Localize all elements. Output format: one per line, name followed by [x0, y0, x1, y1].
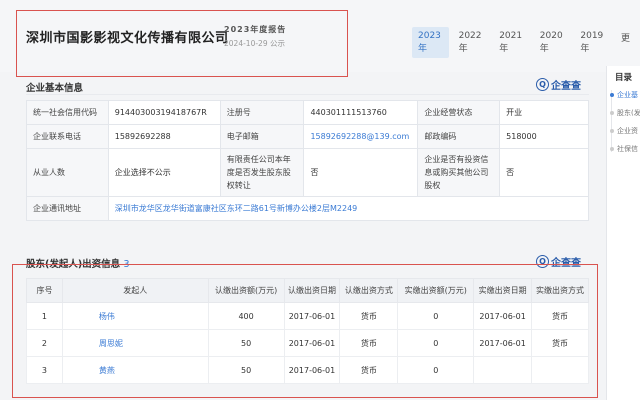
tab-2021[interactable]: 2021年: [493, 27, 530, 58]
employees-value: 企业选择不公示: [107, 148, 221, 197]
subscribed-date: 2017-06-01: [283, 329, 341, 357]
paid-method: 货币: [531, 329, 589, 357]
table-row: 3 黄燕 50 2017-06-01 货币 0: [26, 356, 589, 384]
shareholder-link[interactable]: 黄燕: [61, 356, 209, 384]
year-tabs: 2023年 2022年 2021年 2020年 2019年 更: [412, 27, 640, 58]
email-link[interactable]: 15892692288@139.com: [303, 124, 419, 149]
column-header: 实缴出资方式: [531, 278, 589, 303]
address-link[interactable]: 深圳市龙华区龙华街道富康社区东环二路61号新博办公楼2层M2249: [107, 196, 590, 221]
table-row: 1 杨伟 400 2017-06-01 货币 0 2017-06-01 货币: [26, 302, 589, 330]
tab-2023[interactable]: 2023年: [412, 27, 449, 58]
section-divider: [26, 94, 589, 95]
tab-2019[interactable]: 2019年: [574, 27, 611, 58]
subscribed-date: 2017-06-01: [283, 302, 341, 330]
subscribed-amount: 400: [207, 302, 285, 330]
table-of-contents: 目录 企业基 股东(发 企业资 社保信: [606, 66, 640, 400]
table-row: 企业联系电话 15892692288 电子邮箱 15892692288@139.…: [26, 124, 589, 149]
credit-code-value: 91440300319418767R: [107, 100, 221, 125]
table-row: 从业人数 企业选择不公示 有限责任公司本年度是否发生股东股权转让 否 企业是否有…: [26, 148, 589, 197]
toc-dot-icon: [610, 93, 614, 97]
qcc-icon: Q: [536, 78, 549, 91]
toc-title: 目录: [615, 73, 633, 83]
column-header: 认缴出资日期: [283, 278, 341, 303]
subscribed-amount: 50: [207, 356, 285, 384]
equity-transfer-value: 否: [303, 148, 419, 197]
shareholder-link[interactable]: 杨伟: [61, 302, 209, 330]
toc-dot-icon: [610, 129, 614, 133]
column-header: 实缴出资额(万元): [397, 278, 475, 303]
investment-value: 否: [499, 148, 589, 197]
credit-code-label: 统一社会信用代码: [26, 100, 109, 125]
paid-method: [531, 356, 589, 384]
row-index: 3: [26, 356, 63, 384]
basic-info-table: 统一社会信用代码 91440300319418767R 注册号 44030111…: [26, 100, 590, 221]
email-label: 电子邮箱: [219, 124, 305, 149]
paid-amount: 0: [397, 356, 475, 384]
subscribed-method: 货币: [339, 329, 399, 357]
paid-date: 2017-06-01: [473, 302, 533, 330]
highlight-box-header: [16, 10, 348, 77]
table-header-row: 序号 发起人 认缴出资额(万元) 认缴出资日期 认缴出资方式 实缴出资额(万元)…: [26, 278, 589, 303]
subscribed-method: 货币: [339, 356, 399, 384]
paid-method: 货币: [531, 302, 589, 330]
toc-item-label: 企业资: [617, 127, 638, 135]
column-header: 发起人: [61, 278, 209, 303]
toc-dot-icon: [610, 111, 614, 115]
address-label: 企业通讯地址: [26, 196, 109, 221]
row-index: 2: [26, 329, 63, 357]
toc-item-label: 企业基: [617, 91, 638, 99]
subscribed-date: 2017-06-01: [283, 356, 341, 384]
column-header: 认缴出资方式: [339, 278, 399, 303]
tab-more[interactable]: 更: [615, 27, 636, 58]
column-header: 序号: [26, 278, 63, 303]
toc-dot-icon: [610, 147, 614, 151]
qcc-logo: Q 企查查: [536, 77, 581, 92]
qcc-logo-text: 企查查: [551, 81, 581, 92]
toc-item-label: 股东(发: [617, 109, 640, 117]
tab-2022[interactable]: 2022年: [453, 27, 490, 58]
status-label: 企业经营状态: [417, 100, 501, 125]
shareholders-table: 序号 发起人 认缴出资额(万元) 认缴出资日期 认缴出资方式 实缴出资额(万元)…: [26, 278, 589, 384]
reg-no-label: 注册号: [219, 100, 305, 125]
table-row: 2 周思妮 50 2017-06-01 货币 0 2017-06-01 货币: [26, 329, 589, 357]
phone-label: 企业联系电话: [26, 124, 109, 149]
equity-transfer-label: 有限责任公司本年度是否发生股东股权转让: [219, 148, 305, 197]
toc-item-label: 社保信: [617, 145, 638, 153]
phone-value: 15892692288: [107, 124, 221, 149]
investment-label: 企业是否有投资信息或购买其他公司股权: [417, 148, 501, 197]
subscribed-method: 货币: [339, 302, 399, 330]
postcode-label: 邮政编码: [417, 124, 501, 149]
column-header: 认缴出资额(万元): [207, 278, 285, 303]
postcode-value: 518000: [499, 124, 589, 149]
status-value: 开业: [499, 100, 589, 125]
table-row: 企业通讯地址 深圳市龙华区龙华街道富康社区东环二路61号新博办公楼2层M2249: [26, 196, 590, 221]
subscribed-amount: 50: [207, 329, 285, 357]
shareholder-link[interactable]: 周思妮: [61, 329, 209, 357]
toc-item-shareholders[interactable]: 股东(发: [610, 108, 640, 118]
column-header: 实缴出资日期: [473, 278, 533, 303]
tab-2020[interactable]: 2020年: [534, 27, 571, 58]
paid-amount: 0: [397, 302, 475, 330]
toc-item-basic-info[interactable]: 企业基: [610, 90, 638, 100]
paid-amount: 0: [397, 329, 475, 357]
reg-no-value: 440301111513760: [303, 100, 419, 125]
toc-item-assets[interactable]: 企业资: [610, 126, 638, 136]
employees-label: 从业人数: [26, 148, 109, 197]
paid-date: [473, 356, 533, 384]
basic-info-title: 企业基本信息: [26, 83, 84, 94]
row-index: 1: [26, 302, 63, 330]
table-row: 统一社会信用代码 91440300319418767R 注册号 44030111…: [26, 100, 589, 125]
paid-date: 2017-06-01: [473, 329, 533, 357]
toc-item-social-security[interactable]: 社保信: [610, 144, 638, 154]
